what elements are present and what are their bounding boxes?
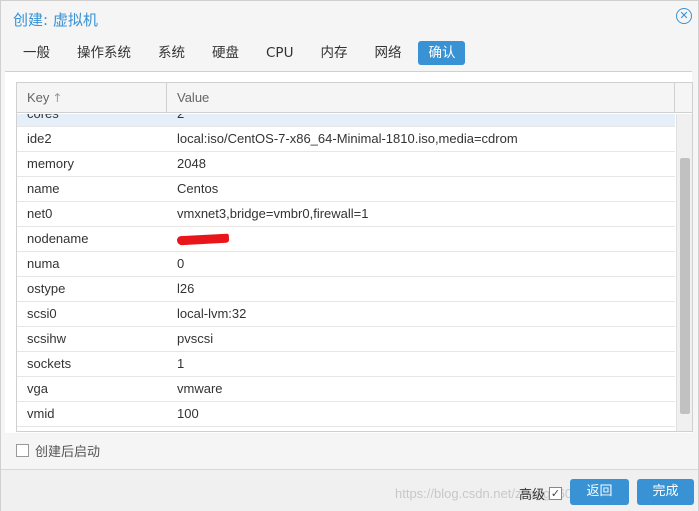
column-header-key[interactable]: Key ↑ (17, 83, 167, 113)
table-row[interactable]: memory 2048 (17, 152, 675, 177)
table-row[interactable]: nodename (17, 227, 675, 252)
table-row[interactable]: ide2 local:iso/CentOS-7-x86_64-Minimal-18… (17, 127, 675, 152)
column-header-value[interactable]: Value (167, 83, 675, 113)
row-key: net0 (27, 206, 53, 221)
advanced-label: 高级 (519, 488, 546, 503)
row-key: ide2 (27, 131, 52, 146)
table-row[interactable]: cores2 (17, 114, 675, 127)
advanced-toggle[interactable]: 高级 ✓ (519, 484, 563, 503)
redaction-mark (176, 233, 230, 246)
row-key: name (27, 181, 60, 196)
tab-disk[interactable]: 硬盘 (202, 41, 249, 65)
tab-network[interactable]: 网络 (364, 41, 411, 65)
row-value: 2 (167, 114, 675, 126)
tab-memory[interactable]: 内存 (310, 41, 357, 65)
table-row[interactable]: scsi0 local-lvm:32 (17, 302, 675, 327)
column-header-value-label: Value (177, 90, 210, 105)
tab-os[interactable]: 操作系统 (67, 41, 141, 65)
dialog-titlebar: 创建: 虚拟机 ✕ (1, 1, 698, 35)
row-value: Centos (177, 181, 219, 196)
table-row[interactable]: net0 vmxnet3,bridge=vmbr0,firewall=1 (17, 202, 675, 227)
row-value: local-lvm:32 (177, 306, 247, 321)
dialog-title: 创建: 虚拟机 (13, 11, 98, 29)
summary-grid: Key↑ Value cores2 ide2 local:iso/CentOS-7… (16, 82, 693, 432)
table-row[interactable]: scsihw pvscsi (17, 327, 675, 352)
row-key: scsihw (27, 331, 67, 346)
create-vm-dialog: 创建: 虚拟机 ✕ 一般 操作系统 系统 硬盘 CPU 内存 网络 确认 Key… (0, 0, 699, 511)
grid-header: Key ↑ Value (17, 83, 692, 113)
table-row[interactable]: numa 0 (17, 252, 675, 277)
confirm-panel: Key↑ Value cores2 ide2 local:iso/CentOS-7… (5, 71, 693, 433)
row-key: vga (27, 381, 48, 396)
tab-cpu[interactable]: CPU (256, 41, 303, 65)
grid-body: cores2 ide2 local:iso/CentOS-7-x86_64-Min… (17, 114, 675, 431)
row-value: 1 (177, 356, 185, 371)
close-icon[interactable]: ✕ (676, 8, 692, 24)
tab-system[interactable]: 系统 (148, 41, 195, 65)
table-row[interactable]: ostype l26 (17, 277, 675, 302)
row-value: vmware (177, 381, 223, 396)
row-key: cores (17, 114, 167, 126)
row-key: ostype (27, 281, 66, 296)
advanced-checkbox[interactable]: ✓ (549, 487, 563, 500)
row-value: vmxnet3,bridge=vmbr0,firewall=1 (177, 206, 369, 221)
row-value-redacted (167, 227, 675, 251)
tab-confirm[interactable]: 确认 (418, 41, 466, 65)
back-button[interactable]: 返回 (570, 479, 629, 505)
table-row[interactable]: vmid 100 (17, 402, 675, 427)
arrow-up-icon: ↑ (52, 91, 63, 105)
row-key: numa (27, 256, 60, 271)
finish-button[interactable]: 完成 (637, 479, 694, 505)
table-row[interactable]: vga vmware (17, 377, 675, 402)
row-key: sockets (27, 356, 72, 371)
grid-scrollbar[interactable] (676, 114, 692, 431)
dialog-footer: https://blog.csdn.net/zheng26056128 高级 ✓… (1, 469, 698, 511)
row-key: vmid (27, 406, 55, 421)
row-value: 100 (177, 406, 199, 421)
row-key: scsi0 (27, 306, 57, 321)
table-row[interactable]: sockets 1 (17, 352, 675, 377)
start-after-create-checkbox[interactable] (16, 443, 29, 457)
row-key: nodename (27, 231, 89, 246)
scrollbar-thumb[interactable] (680, 158, 690, 414)
wizard-tabs: 一般 操作系统 系统 硬盘 CPU 内存 网络 确认 (13, 41, 472, 65)
start-after-create: 创建后启动 (16, 442, 101, 460)
row-value: 0 (177, 256, 185, 271)
tab-general[interactable]: 一般 (13, 41, 60, 65)
row-key: memory (27, 156, 74, 171)
row-value: l26 (177, 281, 195, 296)
table-row[interactable]: name Centos (17, 177, 675, 202)
start-after-create-label: 创建后启动 (35, 444, 101, 460)
column-header-key-label: Key (27, 90, 50, 105)
row-value: 2048 (177, 156, 206, 171)
row-value: pvscsi (177, 331, 214, 346)
row-value: local:iso/CentOS-7-x86_64-Minimal-1810.i… (177, 131, 518, 146)
